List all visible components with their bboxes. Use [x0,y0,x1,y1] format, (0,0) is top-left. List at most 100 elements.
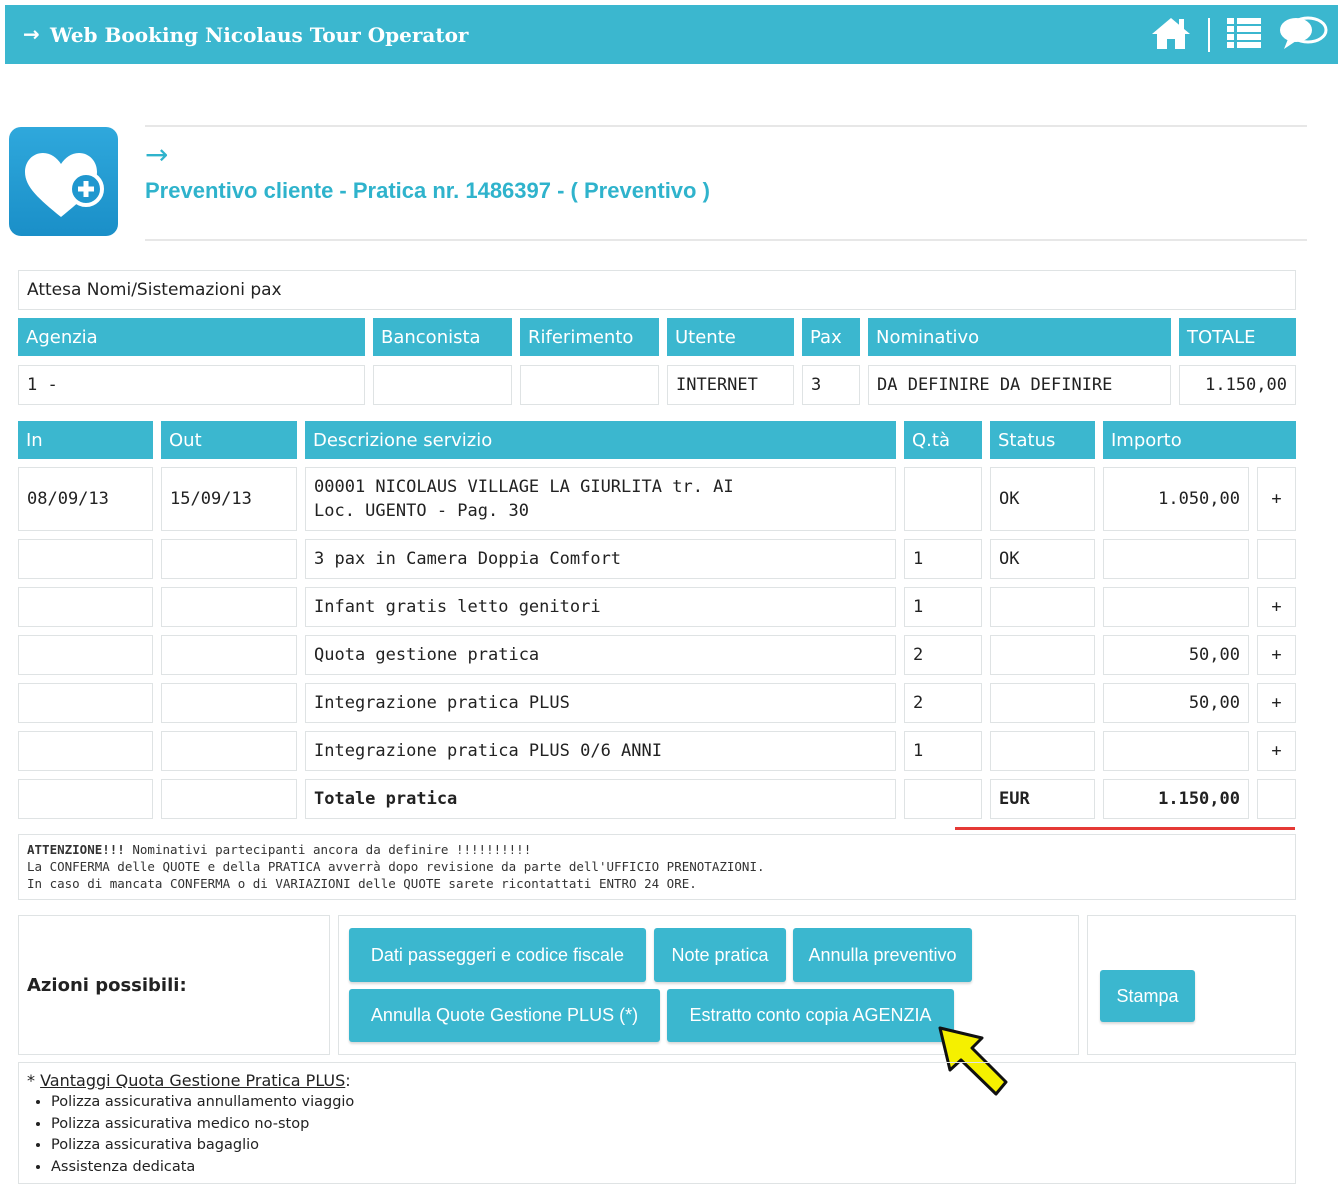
table-cell-in [18,683,153,723]
table-cell-qty: 1 [904,731,982,771]
notice-line: ATTENZIONE!!! Nominativi partecipanti an… [27,841,1287,858]
table-cell-out [161,635,297,675]
cell-utente: INTERNET [667,365,794,405]
home-icon[interactable] [1150,15,1192,55]
passenger-data-button[interactable]: Dati passeggeri e codice fiscale [349,928,646,982]
table-cell-qty: 1 [904,587,982,627]
table-cell-in [18,539,153,579]
page-title: Preventivo cliente - Pratica nr. 1486397… [145,178,710,203]
cell-banconista [373,365,512,405]
total-underline [955,827,1295,830]
cell-agenzia: 1 - [18,365,365,405]
list-item: Assistenza dedicata [51,1157,1287,1179]
table-cell-out [161,683,297,723]
chat-icon[interactable] [1278,15,1330,55]
notice-line: In caso di mancata CONFERMA o di VARIAZI… [27,876,697,891]
table-cell-desc: Infant gratis letto genitori [305,587,896,627]
table-cell-amount: 1.050,00 [1103,467,1249,531]
total-currency: EUR [990,779,1095,819]
table-cell-out: 15/09/13 [161,467,297,531]
table-cell-desc: Integrazione pratica PLUS [305,683,896,723]
list-item: Polizza assicurativa medico no-stop [51,1114,1287,1136]
table-cell-qty [904,467,982,531]
separator [1208,18,1210,52]
table-cell-amount [1103,539,1249,579]
cancel-quote-button[interactable]: Annulla preventivo [793,928,972,982]
table-cell-desc: Quota gestione pratica [305,635,896,675]
table-cell-out [161,779,297,819]
header-out: Out [161,421,297,459]
table-cell-qty: 2 [904,683,982,723]
print-button[interactable]: Stampa [1100,970,1195,1022]
total-amount: 1.150,00 [1103,779,1249,819]
table-cell-status: OK [990,539,1095,579]
divider [145,239,1307,241]
table-cell-in [18,635,153,675]
header-totale: TOTALE [1179,318,1296,356]
table-cell-status [990,587,1095,627]
expand-button[interactable]: + [1257,587,1296,627]
header-nominativo: Nominativo [868,318,1171,356]
notice-box: ATTENZIONE!!! Nominativi partecipanti an… [18,834,1296,900]
expand-button[interactable]: + [1257,683,1296,723]
advantages-link[interactable]: Vantaggi Quota Gestione Pratica PLUS [40,1071,345,1090]
table-cell-desc: 3 pax in Camera Doppia Comfort [305,539,896,579]
cell-riferimento [520,365,659,405]
list-item: Polizza assicurativa bagaglio [51,1135,1287,1157]
notice-text: Nominativi partecipanti ancora da defini… [124,842,532,857]
header-in: In [18,421,153,459]
cell-nominativo: DA DEFINIRE DA DEFINIRE [868,365,1171,405]
header-agenzia: Agenzia [18,318,365,356]
agency-statement-button[interactable]: Estratto conto copia AGENZIA [667,989,954,1042]
header-banconista: Banconista [373,318,512,356]
table-cell-status [990,635,1095,675]
table-cell-in [18,587,153,627]
cell-totale: 1.150,00 [1179,365,1296,405]
top-bar: → Web Booking Nicolaus Tour Operator [5,5,1338,64]
notice-line: La CONFERMA delle QUOTE e della PRATICA … [27,859,765,874]
advantages-heading: * Vantaggi Quota Gestione Pratica PLUS: [27,1071,1287,1090]
table-cell-in: 08/09/13 [18,467,153,531]
practice-notes-button[interactable]: Note pratica [654,928,786,982]
app-title: Web Booking Nicolaus Tour Operator [50,23,469,47]
heart-plus-icon [9,127,118,236]
advantages-list: Polizza assicurativa annullamento viaggi… [27,1092,1287,1178]
status-line: Attesa Nomi/Sistemazioni pax [18,270,1296,310]
table-cell-out [161,731,297,771]
notice-bold: ATTENZIONE!!! [27,842,125,857]
table-cell-status [990,731,1095,771]
divider [145,125,1307,127]
table-cell-in [18,779,153,819]
colon: : [345,1071,351,1090]
cancel-plus-fees-button[interactable]: Annulla Quote Gestione PLUS (*) [349,989,660,1042]
advantages-box: * Vantaggi Quota Gestione Pratica PLUS: … [18,1062,1296,1184]
desc-line: 00001 NICOLAUS VILLAGE LA GIURLITA tr. A… [314,477,734,497]
list-icon[interactable] [1226,16,1262,54]
table-cell-out [161,587,297,627]
expand-button[interactable]: + [1257,731,1296,771]
expand-button[interactable]: + [1257,467,1296,531]
table-cell-amount: 50,00 [1103,683,1249,723]
table-cell-in [18,731,153,771]
header-riferimento: Riferimento [520,318,659,356]
table-cell-status: OK [990,467,1095,531]
header-importo: Importo [1103,421,1296,459]
cell-pax: 3 [802,365,860,405]
total-label: Totale pratica [305,779,896,819]
table-cell-amount: 50,00 [1103,635,1249,675]
table-cell-empty [1257,779,1296,819]
list-item: Polizza assicurativa annullamento viaggi… [51,1092,1287,1114]
header-pax: Pax [802,318,860,356]
arrow-right-icon: → [23,22,40,46]
actions-label: Azioni possibili: [18,915,330,1055]
expand-button[interactable]: + [1257,635,1296,675]
header-status: Status [990,421,1095,459]
header-utente: Utente [667,318,794,356]
table-cell-qty: 2 [904,635,982,675]
table-cell-amount [1103,731,1249,771]
table-cell-qty [904,779,982,819]
table-cell-amount [1103,587,1249,627]
asterisk: * [27,1071,41,1090]
header-qta: Q.tà [904,421,982,459]
table-cell-desc: 00001 NICOLAUS VILLAGE LA GIURLITA tr. A… [305,467,896,531]
